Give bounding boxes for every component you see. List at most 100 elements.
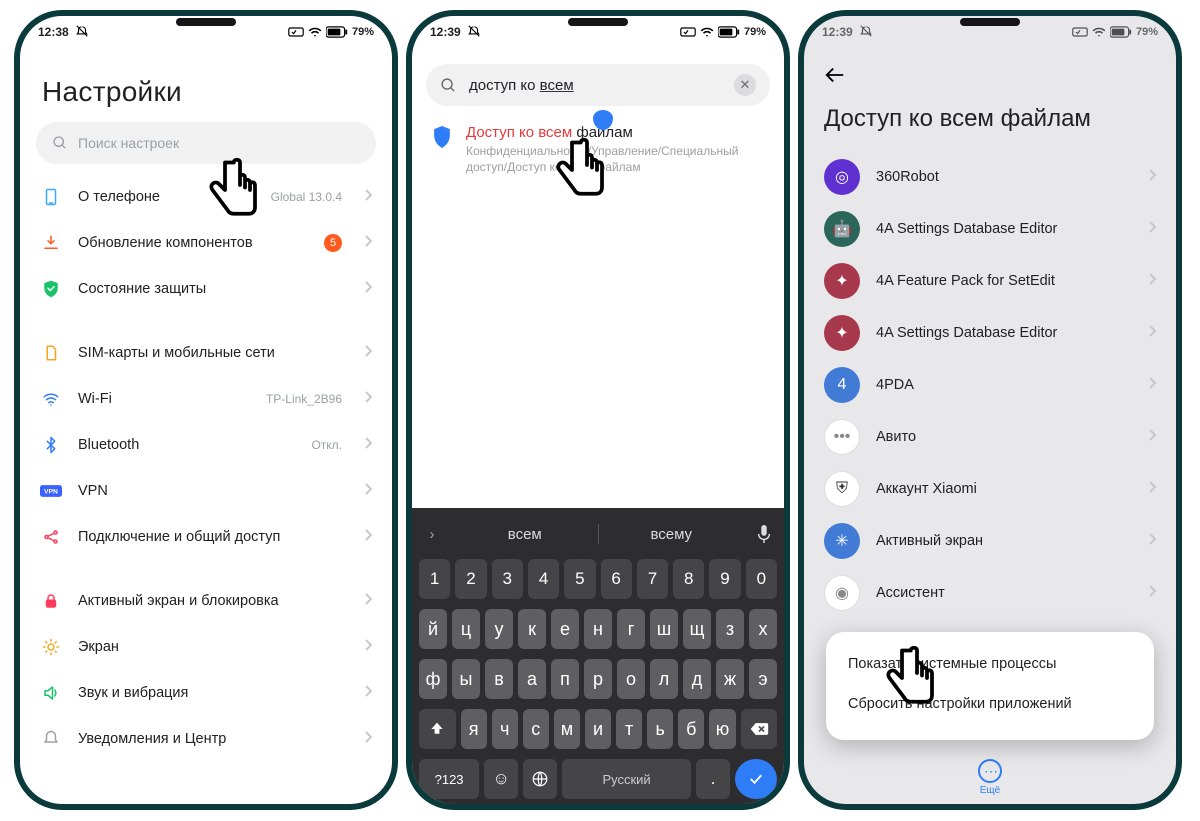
settings-item[interactable]: SIM-карты и мобильные сети — [20, 330, 392, 376]
key-б[interactable]: б — [678, 709, 704, 749]
app-icon: ✳ — [824, 523, 860, 559]
app-icon: 4 — [824, 367, 860, 403]
language-key[interactable] — [523, 759, 557, 799]
key-4[interactable]: 4 — [528, 559, 559, 599]
shift-key[interactable] — [419, 709, 456, 749]
settings-item[interactable]: Bluetooth Откл. — [20, 422, 392, 468]
key-ф[interactable]: ф — [419, 659, 447, 699]
key-п[interactable]: п — [551, 659, 579, 699]
key-а[interactable]: а — [518, 659, 546, 699]
settings-item[interactable]: Уведомления и Центр — [20, 716, 392, 762]
key-н[interactable]: н — [584, 609, 612, 649]
key-ю[interactable]: ю — [709, 709, 735, 749]
key-ц[interactable]: ц — [452, 609, 480, 649]
mic-icon[interactable] — [744, 525, 784, 543]
key-ь[interactable]: ь — [647, 709, 673, 749]
vpn-icon: VPN — [40, 484, 62, 498]
app-row[interactable]: ✳ Активный экран — [804, 515, 1176, 567]
suggestion[interactable]: всем — [452, 526, 598, 543]
key-т[interactable]: т — [616, 709, 642, 749]
app-row[interactable]: ✦ 4A Feature Pack for SetEdit — [804, 255, 1176, 307]
settings-label: Подключение и общий доступ — [78, 529, 348, 545]
search-icon — [52, 135, 68, 151]
settings-extra: Global 13.0.4 — [271, 190, 342, 204]
dnd-icon — [467, 24, 481, 41]
clear-search-button[interactable]: ✕ — [734, 74, 756, 96]
key-щ[interactable]: щ — [683, 609, 711, 649]
key-з[interactable]: з — [716, 609, 744, 649]
key-8[interactable]: 8 — [673, 559, 704, 599]
key-я[interactable]: я — [461, 709, 487, 749]
update-icon — [40, 234, 62, 252]
back-button[interactable] — [804, 48, 1176, 95]
key-0[interactable]: 0 — [746, 559, 777, 599]
key-е[interactable]: е — [551, 609, 579, 649]
symbols-key[interactable]: ?123 — [419, 759, 479, 799]
key-9[interactable]: 9 — [709, 559, 740, 599]
key-3[interactable]: 3 — [492, 559, 523, 599]
key-ы[interactable]: ы — [452, 659, 480, 699]
chevron-right-icon — [1148, 428, 1156, 447]
app-icon: ••• — [824, 419, 860, 455]
key-ш[interactable]: ш — [650, 609, 678, 649]
key-5[interactable]: 5 — [564, 559, 595, 599]
enter-key[interactable] — [735, 759, 777, 799]
settings-item[interactable]: Обновление компонентов 5 — [20, 220, 392, 266]
menu-reset-apps[interactable]: Сбросить настройки приложений — [848, 684, 1132, 724]
key-1[interactable]: 1 — [419, 559, 450, 599]
keyboard[interactable]: › всем всему 1234567890 йцукенгшщзх фыва… — [412, 508, 784, 804]
app-row[interactable]: ◎ 360Robot — [804, 151, 1176, 203]
key-э[interactable]: э — [749, 659, 777, 699]
spacebar-key[interactable]: Русский — [562, 759, 691, 799]
backspace-key[interactable] — [741, 709, 778, 749]
key-й[interactable]: й — [419, 609, 447, 649]
app-row[interactable]: ⛨ Аккаунт Xiaomi — [804, 463, 1176, 515]
key-д[interactable]: д — [683, 659, 711, 699]
app-row[interactable]: ✦ 4A Settings Database Editor — [804, 307, 1176, 359]
chevron-right-icon — [364, 344, 372, 363]
search-input[interactable]: Поиск настроек — [36, 122, 376, 164]
key-и[interactable]: и — [585, 709, 611, 749]
settings-item[interactable]: VPN VPN — [20, 468, 392, 514]
menu-show-system[interactable]: Показать системные процессы — [848, 644, 1132, 684]
settings-item[interactable]: Состояние защиты — [20, 266, 392, 312]
key-6[interactable]: 6 — [601, 559, 632, 599]
settings-item[interactable]: Подключение и общий доступ — [20, 514, 392, 560]
more-button[interactable]: ⋯ Ещё — [978, 759, 1002, 796]
app-row[interactable]: ◉ Ассистент — [804, 567, 1176, 619]
key-у[interactable]: у — [485, 609, 513, 649]
key-ч[interactable]: ч — [492, 709, 518, 749]
suggestion[interactable]: всему — [599, 526, 745, 543]
key-к[interactable]: к — [518, 609, 546, 649]
key-2[interactable]: 2 — [455, 559, 486, 599]
wifi-icon — [40, 390, 62, 408]
key-г[interactable]: г — [617, 609, 645, 649]
key-о[interactable]: о — [617, 659, 645, 699]
emoji-key[interactable]: ☺ — [484, 759, 518, 799]
chevron-right-icon — [364, 390, 372, 409]
expand-suggestions-button[interactable]: › — [412, 526, 452, 543]
app-row[interactable]: 🤖 4A Settings Database Editor — [804, 203, 1176, 255]
key-7[interactable]: 7 — [637, 559, 668, 599]
settings-label: О телефоне — [78, 189, 255, 205]
app-name: 360Robot — [876, 169, 1132, 185]
settings-item[interactable]: Активный экран и блокировка — [20, 578, 392, 624]
search-input[interactable]: доступ ко всем ✕ — [426, 64, 770, 106]
period-key[interactable]: . — [696, 759, 730, 799]
overflow-menu: Показать системные процессы Сбросить нас… — [826, 632, 1154, 740]
settings-item[interactable]: Экран — [20, 624, 392, 670]
key-ж[interactable]: ж — [716, 659, 744, 699]
settings-item[interactable]: Звук и вибрация — [20, 670, 392, 716]
app-row[interactable]: 4 4PDA — [804, 359, 1176, 411]
vo-icon — [680, 26, 696, 38]
key-л[interactable]: л — [650, 659, 678, 699]
key-м[interactable]: м — [554, 709, 580, 749]
app-row[interactable]: ••• Авито — [804, 411, 1176, 463]
key-в[interactable]: в — [485, 659, 513, 699]
battery-icon — [326, 26, 348, 38]
settings-item[interactable]: Wi-Fi TP-Link_2B96 — [20, 376, 392, 422]
settings-item[interactable]: О телефоне Global 13.0.4 — [20, 174, 392, 220]
key-х[interactable]: х — [749, 609, 777, 649]
key-с[interactable]: с — [523, 709, 549, 749]
key-р[interactable]: р — [584, 659, 612, 699]
